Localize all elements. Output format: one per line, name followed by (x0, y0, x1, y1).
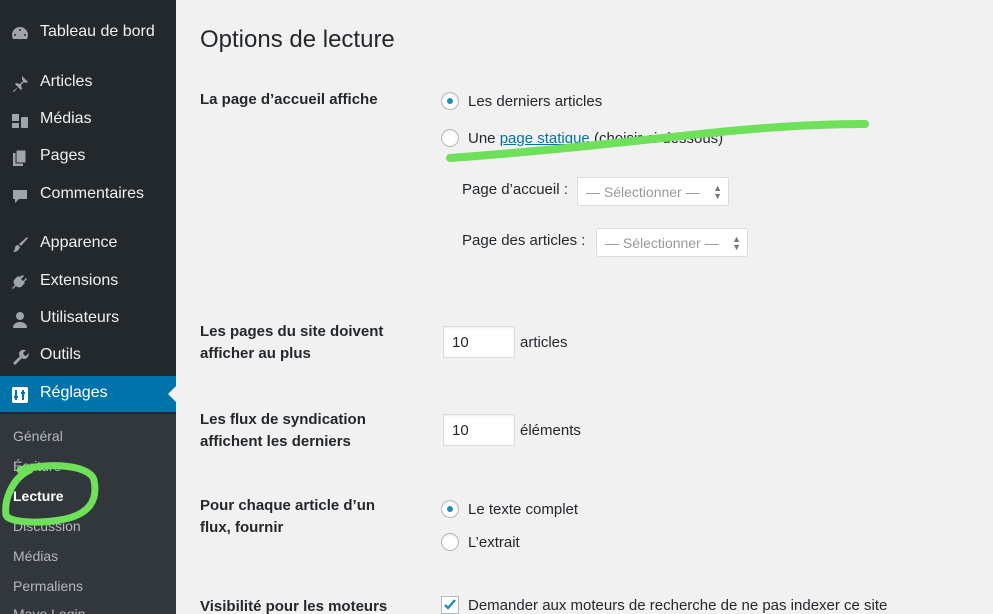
submenu-item-permalinks[interactable]: Permaliens (13, 578, 83, 594)
select-arrows-icon: ▲ ▼ (732, 234, 741, 252)
menu-label-media: Médias (40, 110, 92, 127)
radio-static-prefix: Une (468, 129, 496, 147)
pages-icon (10, 148, 30, 168)
posts-per-page-unit: articles (520, 334, 568, 351)
menu-label-posts: Articles (40, 73, 93, 90)
submenu-item-mayo-login[interactable]: Mayo Login (13, 606, 85, 614)
radio-excerpt[interactable] (441, 533, 459, 551)
menu-label-pages: Pages (40, 147, 86, 164)
dashboard-icon (10, 24, 30, 44)
posts-per-page-label-line2: afficher au plus (200, 345, 311, 362)
posts-page-select[interactable]: — Sélectionner — ▲ ▼ (596, 228, 748, 257)
settings-icon (10, 385, 30, 405)
menu-item-appearance[interactable]: Apparence (0, 226, 176, 262)
homepage-select-label: Page d’accueil : (462, 181, 568, 198)
radio-full-text[interactable] (441, 500, 459, 518)
visibility-checkbox[interactable] (441, 596, 459, 614)
visibility-label: Visibilité pour les moteurs (200, 598, 388, 614)
current-menu-arrow (168, 386, 176, 402)
feed-content-label-line1: Pour chaque article d’un (200, 497, 376, 514)
menu-item-pages[interactable]: Pages (0, 139, 176, 175)
front-page-label: La page d’accueil affiche (200, 91, 378, 108)
posts-per-page-label: Les pages du site doivent afficher au pl… (200, 321, 410, 365)
admin-sidebar: Tableau de bord Articles Médias Pages Co… (0, 0, 176, 614)
comments-icon (10, 186, 30, 206)
select-arrows-icon: ▲ ▼ (713, 183, 722, 201)
posts-per-rss-label-line1: Les flux de syndication (200, 411, 366, 428)
homepage-select-value: — Sélectionner — (586, 183, 700, 200)
submenu-item-media[interactable]: Médias (13, 548, 58, 564)
page-title: Options de lecture (200, 26, 395, 53)
pin-icon (10, 74, 30, 94)
posts-per-rss-input[interactable]: 10 (443, 414, 515, 446)
posts-page-select-label: Page des articles : (462, 232, 586, 249)
plugin-icon (10, 273, 30, 293)
radio-static-page-row[interactable]: Une page statique (choisir ci-dessous) (441, 127, 723, 149)
menu-item-posts[interactable]: Articles (0, 65, 176, 101)
wrench-icon (10, 347, 30, 367)
menu-item-users[interactable]: Utilisateurs (0, 301, 176, 337)
menu-item-comments[interactable]: Commentaires (0, 177, 176, 213)
submenu-item-reading[interactable]: Lecture (13, 488, 64, 504)
media-icon (10, 111, 30, 131)
radio-full-text-label: Le texte complet (468, 500, 579, 518)
menu-item-settings[interactable]: Réglages (0, 376, 176, 412)
posts-per-rss-label-line2: affichent les derniers (200, 433, 351, 450)
radio-latest-posts-label: Les derniers articles (468, 92, 603, 110)
posts-per-rss-label: Les flux de syndication affichent les de… (200, 409, 410, 453)
posts-per-page-label-line1: Les pages du site doivent (200, 323, 384, 340)
radio-static-suffix: (choisir ci-dessous) (593, 129, 724, 147)
feed-content-label-line2: flux, fournir (200, 519, 284, 536)
visibility-checkbox-label: Demander aux moteurs de recherche de ne … (468, 596, 888, 614)
brush-icon (10, 235, 30, 255)
user-icon (10, 310, 30, 330)
posts-page-select-value: — Sélectionner — (605, 234, 719, 251)
menu-item-dashboard[interactable]: Tableau de bord (0, 15, 176, 51)
menu-label-tools: Outils (40, 346, 81, 363)
settings-submenu: Général Écriture Lecture Discussion Médi… (0, 414, 176, 614)
submenu-item-writing[interactable]: Écriture (13, 458, 61, 474)
radio-full-text-row[interactable]: Le texte complet (441, 498, 578, 520)
visibility-checkbox-row[interactable]: Demander aux moteurs de recherche de ne … (441, 594, 887, 614)
radio-excerpt-row[interactable]: L’extrait (441, 531, 520, 553)
radio-static-page[interactable] (441, 129, 459, 147)
static-page-link[interactable]: page statique (500, 130, 590, 147)
checkmark-icon (444, 599, 456, 610)
menu-label-plugins: Extensions (40, 272, 119, 289)
menu-item-plugins[interactable]: Extensions (0, 264, 176, 300)
radio-latest-posts[interactable] (441, 92, 459, 110)
menu-label-users: Utilisateurs (40, 309, 120, 326)
menu-item-media[interactable]: Médias (0, 102, 176, 138)
submenu-item-general[interactable]: Général (13, 428, 63, 444)
submenu-item-discussion[interactable]: Discussion (13, 518, 81, 534)
menu-label-appearance: Apparence (40, 234, 118, 251)
homepage-select[interactable]: — Sélectionner — ▲ ▼ (577, 177, 729, 206)
posts-per-page-input[interactable]: 10 (443, 326, 515, 358)
feed-content-label: Pour chaque article d’un flux, fournir (200, 495, 410, 539)
menu-label-settings: Réglages (40, 384, 108, 401)
menu-item-tools[interactable]: Outils (0, 338, 176, 374)
radio-excerpt-label: L’extrait (468, 533, 520, 551)
posts-per-rss-unit: éléments (520, 422, 581, 439)
menu-label-comments: Commentaires (40, 185, 145, 202)
menu-label-dashboard: Tableau de bord (40, 23, 155, 40)
radio-latest-posts-row[interactable]: Les derniers articles (441, 90, 602, 112)
